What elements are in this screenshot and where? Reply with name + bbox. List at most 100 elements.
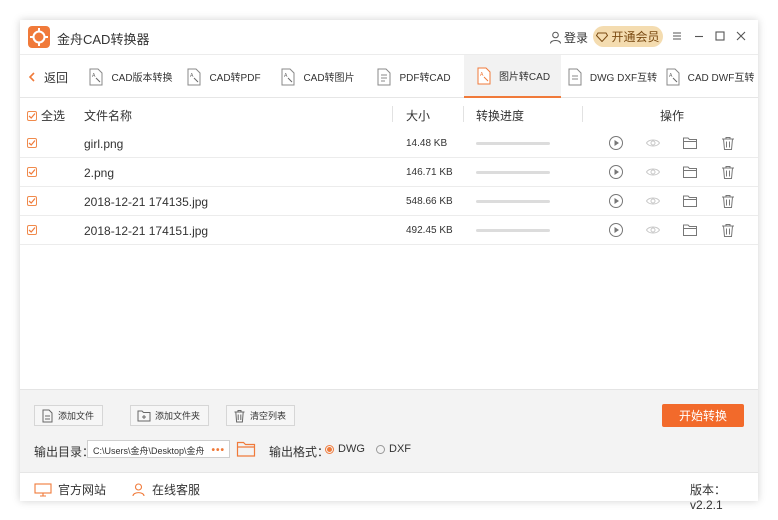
login-label: 登录 — [564, 31, 589, 45]
output-dir-input[interactable]: C:\Users\金舟\Desktop\金舟 ••• — [87, 440, 230, 458]
tab-cad-to-image[interactable]: A CAD转图片 — [274, 55, 360, 98]
select-all[interactable]: 全选 — [27, 107, 65, 124]
trash-icon[interactable] — [720, 135, 736, 151]
back-label: 返回 — [44, 70, 69, 85]
progress-bar — [476, 142, 550, 145]
version-label: 版本：v2.2.1 — [690, 483, 727, 512]
check-icon — [28, 140, 36, 146]
support-label: 在线客服 — [152, 483, 201, 497]
maximize-icon[interactable] — [713, 29, 727, 43]
open-folder-icon[interactable] — [236, 440, 256, 458]
tab-image-to-cad[interactable]: A 图片转CAD — [464, 55, 561, 98]
add-file-label: 添加文件 — [58, 411, 95, 421]
trash-icon[interactable] — [720, 193, 736, 209]
folder-icon[interactable] — [682, 164, 698, 180]
row-checkbox[interactable] — [27, 138, 37, 148]
menu-icon[interactable] — [670, 29, 684, 43]
format-radio-dwg[interactable]: DWG — [325, 443, 365, 455]
clear-list-label: 清空列表 — [250, 411, 287, 421]
trash-icon[interactable] — [720, 164, 736, 180]
tab-dwg-dxf[interactable]: DWG DXF互转 — [565, 55, 658, 98]
play-icon[interactable] — [608, 193, 624, 209]
official-website-link[interactable]: 官方网站 — [34, 481, 106, 498]
app-title: 金舟CAD转换器 — [57, 32, 150, 47]
tab-label: CAD转PDF — [209, 73, 261, 84]
column-divider — [582, 106, 583, 122]
website-label: 官方网站 — [58, 483, 107, 497]
svg-text:A: A — [92, 73, 96, 79]
tab-pdf-to-cad[interactable]: PDF转CAD — [370, 55, 456, 98]
tab-cad-to-pdf[interactable]: A CAD转PDF — [178, 55, 268, 98]
trash-icon[interactable] — [720, 222, 736, 238]
file-size: 14.48 KB — [406, 138, 448, 149]
minimize-icon[interactable] — [692, 29, 706, 43]
table-row[interactable]: 2018-12-21 174135.jpg 548.66 KB — [20, 187, 758, 216]
app-logo-icon — [28, 26, 50, 48]
check-icon — [28, 112, 36, 119]
tab-label: PDF转CAD — [399, 73, 451, 84]
svg-text:A: A — [284, 73, 288, 79]
tab-cad-version[interactable]: A CAD版本转换 — [84, 55, 176, 98]
clear-list-button[interactable]: 清空列表 — [226, 405, 296, 426]
header-progress: 转换进度 — [476, 109, 525, 123]
back-button[interactable]: 返回 — [26, 55, 68, 99]
preview-eye-icon[interactable] — [645, 222, 661, 238]
file-name: 2018-12-21 174151.jpg — [84, 224, 209, 238]
pdf-to-cad-icon — [377, 68, 391, 85]
folder-icon[interactable] — [682, 222, 698, 238]
format-radio-dxf[interactable]: DXF — [376, 443, 411, 455]
output-dir-value: C:\Users\金舟\Desktop\金舟 — [93, 446, 205, 456]
folder-icon[interactable] — [682, 193, 698, 209]
tab-label: 图片转CAD — [498, 72, 551, 83]
svg-text:A: A — [480, 72, 484, 78]
table-row[interactable]: 2018-12-21 174151.jpg 492.45 KB — [20, 216, 758, 245]
trash-icon — [234, 409, 245, 422]
vip-label: 开通会员 — [611, 30, 660, 44]
start-convert-button[interactable]: 开始转换 — [662, 404, 744, 427]
tab-label: DWG DXF互转 — [589, 73, 658, 84]
image-to-cad-icon: A — [477, 67, 491, 84]
tab-cad-dwf[interactable]: A CAD DWF互转 — [663, 55, 755, 98]
cad-to-image-icon: A — [281, 68, 295, 85]
file-size: 146.71 KB — [406, 167, 453, 178]
preview-eye-icon[interactable] — [645, 164, 661, 180]
cad-version-icon: A — [89, 68, 103, 85]
play-icon[interactable] — [608, 222, 624, 238]
output-format-label: 输出格式： — [269, 445, 330, 459]
vip-button[interactable]: 开通会员 — [593, 26, 663, 47]
folder-icon[interactable] — [682, 135, 698, 151]
browse-more-button[interactable]: ••• — [211, 445, 225, 456]
format-label: DWG — [338, 443, 365, 455]
table-row[interactable]: 2.png 146.71 KB — [20, 158, 758, 187]
login-button[interactable]: 登录 — [549, 29, 588, 46]
progress-bar — [476, 229, 550, 232]
svg-text:A: A — [190, 73, 194, 79]
row-checkbox[interactable] — [27, 167, 37, 177]
close-icon[interactable] — [734, 29, 748, 43]
radio-dot[interactable] — [376, 444, 385, 454]
online-support-link[interactable]: 在线客服 — [131, 481, 200, 498]
preview-eye-icon[interactable] — [645, 135, 661, 151]
row-checkbox[interactable] — [27, 225, 37, 235]
radio-dot[interactable] — [325, 444, 334, 454]
file-table-header: 全选 文件名称 大小 转换进度 操作 — [20, 99, 758, 129]
table-row[interactable]: girl.png 14.48 KB — [20, 129, 758, 158]
user-icon — [550, 31, 561, 44]
add-folder-button[interactable]: 添加文件夹 — [130, 405, 210, 426]
header-size: 大小 — [406, 109, 431, 123]
header-actions: 操作 — [660, 109, 685, 123]
bottom-panel: 添加文件 添加文件夹 清空列表 开始转换 输出目录： C:\Users\金舟\D… — [20, 389, 758, 472]
diamond-icon — [596, 32, 609, 42]
app-window: 金舟CAD转换器 登录 开通会员 返回 A CAD版本转换 A CAD转PDF … — [20, 20, 758, 512]
monitor-icon — [34, 482, 52, 497]
play-icon[interactable] — [608, 135, 624, 151]
file-size: 548.66 KB — [406, 196, 453, 207]
check-icon — [28, 198, 36, 204]
status-bar: 官方网站 在线客服 版本：v2.2.1 — [20, 472, 758, 512]
play-icon[interactable] — [608, 164, 624, 180]
select-all-checkbox[interactable] — [27, 110, 37, 121]
add-file-button[interactable]: 添加文件 — [34, 405, 104, 426]
preview-eye-icon[interactable] — [645, 193, 661, 209]
row-checkbox[interactable] — [27, 196, 37, 206]
file-size: 492.45 KB — [406, 225, 453, 236]
